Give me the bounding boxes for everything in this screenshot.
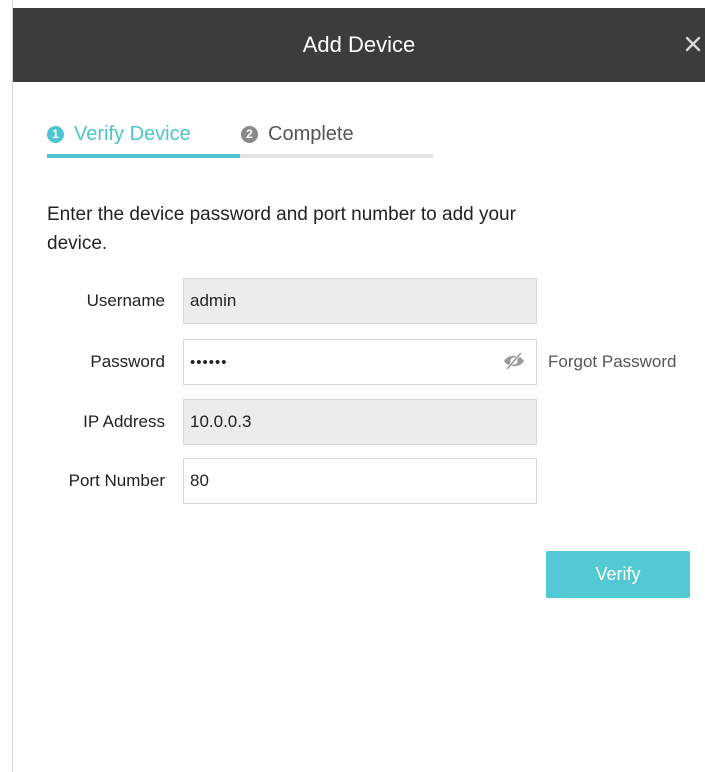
username-label: Username xyxy=(86,291,165,310)
port-number-label: Port Number xyxy=(68,471,165,490)
eye-slash-icon[interactable] xyxy=(502,351,526,371)
verify-button[interactable]: Verify xyxy=(546,551,690,598)
password-field[interactable] xyxy=(183,339,537,385)
add-device-dialog: Add Device 1 Verify Device 2 Complete En… xyxy=(0,0,705,772)
step-complete: 2 Complete xyxy=(241,120,354,148)
port-number-field[interactable] xyxy=(183,458,537,504)
ip-address-field[interactable] xyxy=(183,399,537,445)
step-number-2: 2 xyxy=(241,125,258,143)
title-bar: Add Device xyxy=(13,8,705,82)
dialog-title: Add Device xyxy=(302,32,416,57)
username-field[interactable] xyxy=(183,278,537,324)
step-indicator: 1 Verify Device 2 Complete xyxy=(47,120,433,160)
step-label-complete: Complete xyxy=(268,122,354,145)
password-label: Password xyxy=(90,352,165,371)
ip-address-label: IP Address xyxy=(83,412,165,431)
dialog-border xyxy=(12,0,13,772)
step-label-verify-device: Verify Device xyxy=(74,122,191,145)
step-number-1: 1 xyxy=(47,125,64,143)
forgot-password-link[interactable]: Forgot Password xyxy=(548,339,677,385)
step-verify-device: 1 Verify Device xyxy=(47,120,191,148)
step-progress-fill xyxy=(47,154,240,158)
close-icon[interactable] xyxy=(683,32,703,56)
instructions-text: Enter the device password and port numbe… xyxy=(47,204,516,254)
